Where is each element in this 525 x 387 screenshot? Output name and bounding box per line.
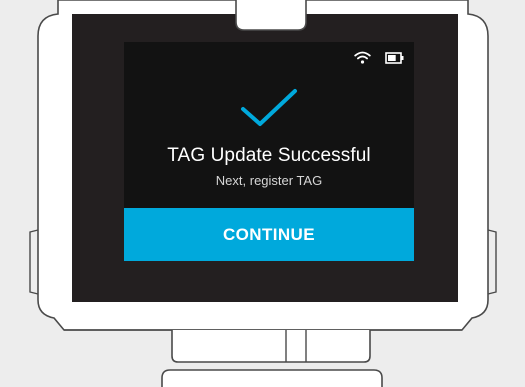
device-screen: TAG Update Successful Next, register TAG…: [124, 42, 414, 261]
continue-button[interactable]: CONTINUE: [124, 208, 414, 261]
left-side-tab: [29, 229, 39, 295]
right-side-tab: [487, 229, 497, 295]
status-title: TAG Update Successful: [167, 145, 371, 166]
wifi-icon: [354, 51, 371, 64]
top-clip: [235, 0, 307, 31]
bottom-clamp: [161, 369, 383, 387]
status-subtitle: Next, register TAG: [215, 173, 323, 188]
battery-fill: [388, 54, 396, 61]
bottom-mount: [171, 330, 371, 363]
battery-icon: [385, 51, 404, 64]
checkmark-icon: [240, 88, 298, 133]
status-bar: [354, 51, 404, 64]
